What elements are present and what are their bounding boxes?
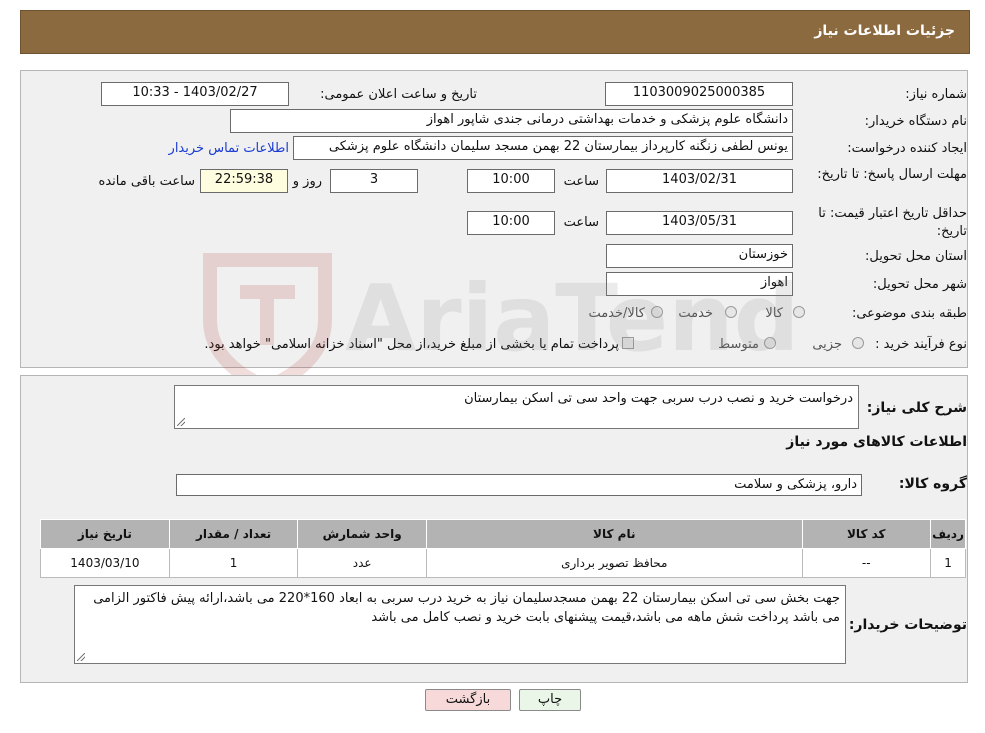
goods-group-label: گروه کالا: — [898, 476, 967, 492]
buyer-notes-textarea[interactable]: جهت بخش سی تی اسکن بیمارستان 22 بهمن مسج… — [74, 585, 846, 664]
watermark-shield-icon — [203, 253, 332, 390]
col-date: تاریخ نیاز — [40, 519, 170, 549]
city-label: شهر محل تحویل: — [872, 277, 967, 292]
resize-grip-icon[interactable] — [177, 418, 185, 426]
summary-label: شرح کلی نیاز: — [866, 400, 967, 416]
items-table: ردیف کد کالا نام کالا واحد شمارش تعداد /… — [40, 519, 966, 578]
cell-code: -- — [801, 548, 932, 578]
cell-name: محافظ تصویر برداری — [426, 548, 803, 578]
creator-field: یونس لطفی زنگنه کارپرداز بیمارستان 22 به… — [293, 136, 793, 160]
goods-group-field: دارو، پزشکی و سلامت — [176, 474, 862, 496]
watermark-text: AriaTender.neT — [345, 265, 795, 372]
print-button[interactable]: چاپ — [519, 689, 581, 711]
validity-time-field: 10:00 — [467, 211, 555, 235]
cell-date: 1403/03/10 — [40, 548, 170, 578]
remaining-label: ساعت باقی مانده — [98, 174, 195, 189]
days-label: روز و — [292, 174, 322, 189]
remaining-time-field: 22:59:38 — [200, 169, 288, 193]
need-number-label: شماره نیاز: — [905, 87, 967, 102]
deadline-label: مهلت ارسال پاسخ: تا تاریخ: — [817, 167, 967, 182]
creator-label: ایجاد کننده درخواست: — [847, 141, 967, 156]
page-header: جزئیات اطلاعات نیاز — [20, 10, 970, 54]
buyer-notes-label: توضیحات خریدار: — [848, 617, 967, 633]
validity-label: حداقل تاریخ اعتبار قیمت: تا تاریخ: — [818, 206, 967, 239]
announce-label: تاریخ و ساعت اعلان عمومی: — [320, 87, 477, 102]
deadline-time-field: 10:00 — [467, 169, 555, 193]
buyer-contact-link[interactable]: اطلاعات تماس خریدار — [169, 141, 289, 156]
purchase-type-label: نوع فرآیند خرید : — [875, 337, 967, 352]
announce-field: 1403/02/27 - 10:33 — [101, 82, 289, 106]
items-section-title: اطلاعات کالاهای مورد نیاز — [786, 434, 967, 450]
cell-unit: عدد — [297, 548, 427, 578]
validity-date-field: 1403/05/31 — [606, 211, 793, 235]
col-qty: تعداد / مقدار — [168, 519, 299, 549]
col-code: کد کالا — [801, 519, 932, 549]
summary-textarea[interactable]: درخواست خرید و نصب درب سربی جهت واحد سی … — [174, 385, 859, 429]
need-number-field: 1103009025000385 — [605, 82, 793, 106]
cell-row: 1 — [930, 548, 966, 578]
deadline-date-field: 1403/02/31 — [606, 169, 793, 193]
watermark-logo: AriaTender.neT — [203, 253, 795, 390]
buyer-label: نام دستگاه خریدار: — [864, 114, 967, 129]
cell-qty: 1 — [168, 548, 299, 578]
deadline-time-label: ساعت — [563, 174, 599, 189]
days-field: 3 — [330, 169, 418, 193]
category-label: طبقه بندی موضوعی: — [851, 306, 967, 321]
col-unit: واحد شمارش — [297, 519, 427, 549]
purchase-option-minor: جزیی — [812, 337, 842, 352]
page-title: جزئیات اطلاعات نیاز — [814, 23, 955, 39]
buyer-notes-text: جهت بخش سی تی اسکن بیمارستان 22 بهمن مسج… — [93, 591, 840, 625]
resize-grip-icon[interactable] — [77, 653, 85, 661]
province-label: استان محل تحویل: — [865, 249, 967, 264]
table-row: 1 -- محافظ تصویر برداری عدد 1 1403/03/10 — [40, 548, 966, 578]
buyer-field: دانشگاه علوم پزشکی و خدمات بهداشتی درمان… — [230, 109, 793, 133]
validity-time-label: ساعت — [563, 215, 599, 230]
col-row: ردیف — [930, 519, 966, 549]
col-name: نام کالا — [426, 519, 803, 549]
summary-text: درخواست خرید و نصب درب سربی جهت واحد سی … — [464, 391, 853, 406]
items-table-header: ردیف کد کالا نام کالا واحد شمارش تعداد /… — [40, 519, 966, 549]
back-button[interactable]: بازگشت — [425, 689, 511, 711]
purchase-radio-minor[interactable] — [852, 337, 864, 349]
